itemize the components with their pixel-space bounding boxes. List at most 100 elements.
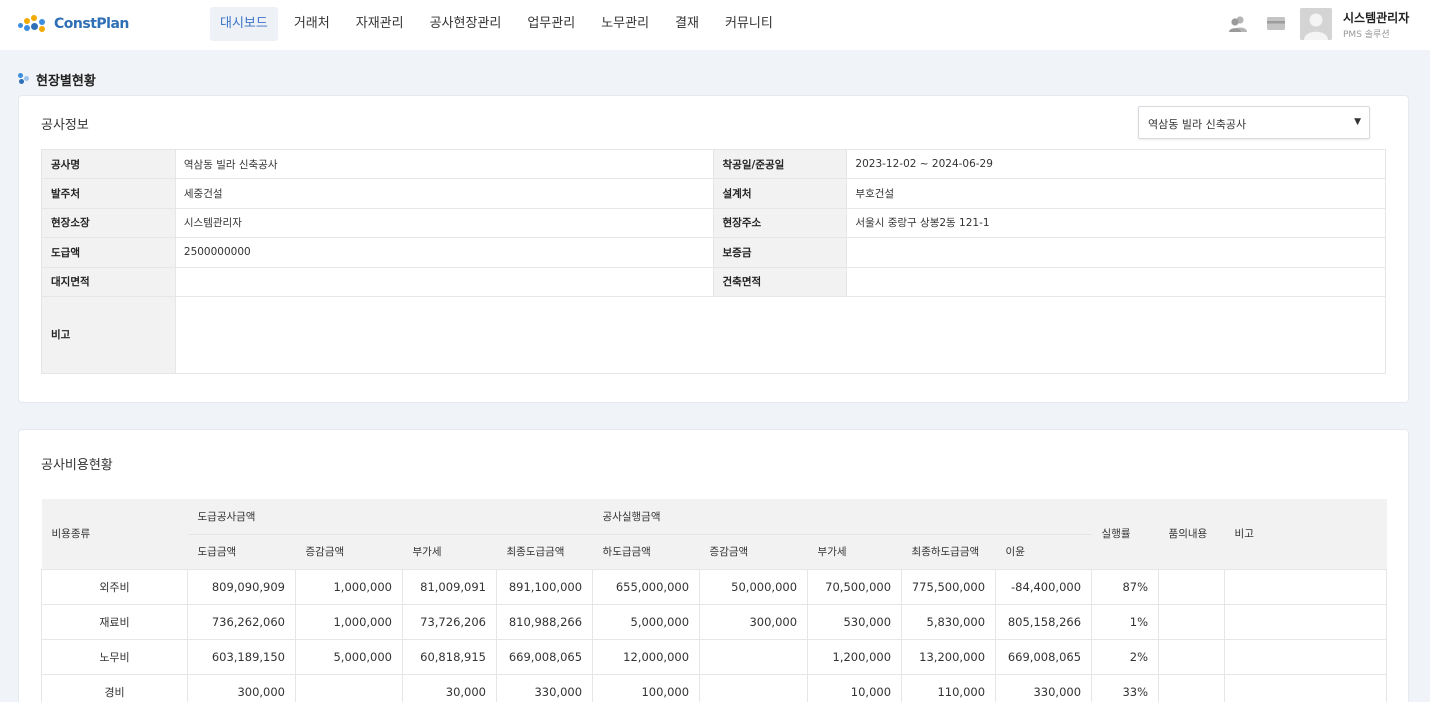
info-label: 현장소장 bbox=[41, 207, 176, 239]
cell-subcontract-amount: 655,000,000 bbox=[592, 568, 701, 605]
info-value: 서울시 중랑구 상봉2동 121-1 bbox=[846, 207, 1386, 239]
col-exec-rate: 실행률 bbox=[1091, 499, 1159, 569]
users-icon[interactable] bbox=[1228, 15, 1248, 33]
cell-contract-final: 810,988,266 bbox=[495, 603, 594, 640]
card-icon[interactable] bbox=[1267, 17, 1285, 30]
logo[interactable]: ConstPlan bbox=[18, 14, 129, 34]
cell-contract-vat: 60,818,915 bbox=[402, 638, 497, 675]
col-subcontract-final: 최종하도급금액 bbox=[901, 533, 996, 569]
info-label: 현장주소 bbox=[712, 207, 848, 239]
cell-subcontract-change: 50,000,000 bbox=[699, 568, 809, 605]
title-dots-icon bbox=[18, 73, 30, 85]
page-title-text: 현장별현황 bbox=[36, 73, 96, 89]
cell-approval bbox=[1158, 673, 1226, 702]
cell-approval bbox=[1158, 568, 1226, 605]
table-row: 경비 300,000 30,000 330,000 100,000 10,000 110,0… bbox=[41, 673, 1388, 702]
cell-contract-change: 1,000,000 bbox=[295, 603, 403, 640]
cell-profit: 805,158,266 bbox=[995, 603, 1093, 640]
project-info-table: 공사명 역삼동 빌라 신축공사 착공일/준공일 2023-12-02 ~ 202… bbox=[41, 148, 1387, 374]
cell-note bbox=[1224, 673, 1388, 702]
cell-cost-type: 노무비 bbox=[41, 638, 188, 675]
col-contract-amount: 도급금액 bbox=[187, 533, 296, 569]
cell-contract-vat: 73,726,206 bbox=[402, 603, 497, 640]
info-label: 대지면적 bbox=[41, 266, 176, 297]
avatar[interactable] bbox=[1300, 8, 1332, 40]
table-row: 발주처 세중건설 설계처 부호건설 bbox=[41, 178, 1386, 209]
info-label: 설계처 bbox=[712, 178, 848, 209]
cell-note bbox=[1224, 638, 1388, 675]
remarks-label: 비고 bbox=[41, 295, 176, 374]
info-value: 세중건설 bbox=[174, 178, 714, 209]
nav-dashboard[interactable]: 대시보드 bbox=[210, 7, 278, 41]
cell-subcontract-final: 5,830,000 bbox=[901, 603, 997, 640]
nav-labor-management[interactable]: 노무관리 bbox=[591, 7, 659, 41]
user-name[interactable]: 시스템관리자 bbox=[1343, 9, 1409, 26]
nav-task-management[interactable]: 업무관리 bbox=[517, 7, 585, 41]
nav-approval[interactable]: 결재 bbox=[665, 7, 709, 41]
info-value: 역삼동 빌라 신축공사 bbox=[174, 148, 714, 180]
nav-clients[interactable]: 거래처 bbox=[284, 7, 340, 41]
col-subcontract-amount: 하도급금액 bbox=[592, 533, 700, 569]
info-value bbox=[846, 237, 1386, 268]
info-value: 2500000000 bbox=[174, 237, 714, 268]
cell-profit: 669,008,065 bbox=[995, 638, 1093, 675]
info-label: 보증금 bbox=[712, 237, 848, 268]
page-title: 현장별현황 bbox=[18, 70, 96, 89]
cell-exec-rate: 87% bbox=[1091, 568, 1160, 605]
cell-profit: -84,400,000 bbox=[995, 568, 1093, 605]
col-contract-vat: 부가세 bbox=[402, 533, 497, 569]
logo-text: ConstPlan bbox=[54, 16, 129, 32]
cell-contract-vat: 30,000 bbox=[402, 673, 497, 702]
cell-contract-amount: 809,090,909 bbox=[187, 568, 296, 605]
info-value: 부호건설 bbox=[846, 178, 1386, 209]
cell-contract-vat: 81,009,091 bbox=[402, 568, 497, 605]
cell-subcontract-change bbox=[699, 673, 809, 702]
info-label: 공사명 bbox=[41, 148, 176, 180]
col-cost-type: 비용종류 bbox=[41, 499, 188, 569]
project-info-title: 공사정보 bbox=[41, 118, 89, 133]
cell-subcontract-vat: 530,000 bbox=[807, 603, 903, 640]
user-subtitle: PMS 솔루션 bbox=[1343, 30, 1390, 40]
table-row: 외주비 809,090,909 1,000,000 81,009,091 891,100… bbox=[41, 568, 1388, 605]
cell-contract-amount: 736,262,060 bbox=[187, 603, 296, 640]
cell-subcontract-final: 110,000 bbox=[901, 673, 997, 702]
logo-mark-icon bbox=[18, 15, 48, 33]
cell-subcontract-final: 775,500,000 bbox=[901, 568, 997, 605]
cell-subcontract-vat: 10,000 bbox=[807, 673, 903, 702]
table-row: 대지면적 건축면적 bbox=[41, 266, 1386, 297]
nav-materials[interactable]: 자재관리 bbox=[346, 7, 414, 41]
cost-table: 비용종류 도급공사금액 공사실행금액 실행률 품의내용 비고 도급금액 증감금액… bbox=[41, 499, 1388, 702]
cell-note bbox=[1224, 568, 1388, 605]
info-value bbox=[174, 266, 714, 297]
col-contract-change: 증감금액 bbox=[295, 533, 403, 569]
cell-subcontract-change bbox=[699, 638, 809, 675]
nav-community[interactable]: 커뮤니티 bbox=[715, 7, 783, 41]
cell-cost-type: 외주비 bbox=[41, 568, 188, 605]
cell-subcontract-vat: 70,500,000 bbox=[807, 568, 903, 605]
table-row: 노무비 603,189,150 5,000,000 60,818,915 669,008… bbox=[41, 638, 1388, 675]
col-approval: 품의내용 bbox=[1158, 499, 1225, 569]
cell-contract-change bbox=[295, 673, 403, 702]
info-value bbox=[846, 266, 1386, 297]
cell-contract-amount: 603,189,150 bbox=[187, 638, 296, 675]
info-label: 도급액 bbox=[41, 237, 176, 268]
cell-cost-type: 재료비 bbox=[41, 603, 188, 640]
cell-subcontract-change: 300,000 bbox=[699, 603, 809, 640]
table-row: 도급액 2500000000 보증금 bbox=[41, 237, 1386, 268]
nav-site-management[interactable]: 공사현장관리 bbox=[420, 7, 512, 41]
col-note: 비고 bbox=[1224, 499, 1387, 569]
info-label: 발주처 bbox=[41, 178, 176, 209]
cell-exec-rate: 1% bbox=[1091, 603, 1160, 640]
top-navbar: ConstPlan 대시보드 거래처 자재관리 공사현장관리 업무관리 노무관리… bbox=[0, 0, 1430, 50]
cost-status-title: 공사비용현황 bbox=[41, 458, 113, 473]
col-subcontract-vat: 부가세 bbox=[807, 533, 902, 569]
info-value: 시스템관리자 bbox=[174, 207, 714, 239]
info-value: 2023-12-02 ~ 2024-06-29 bbox=[846, 148, 1386, 180]
remarks-value bbox=[174, 295, 1387, 374]
col-contract-final: 최종도급금액 bbox=[496, 533, 593, 569]
cell-approval bbox=[1158, 638, 1226, 675]
col-profit: 이윤 bbox=[995, 533, 1092, 569]
cell-contract-final: 669,008,065 bbox=[495, 638, 594, 675]
main-nav: 대시보드 거래처 자재관리 공사현장관리 업무관리 노무관리 결재 커뮤니티 bbox=[210, 7, 789, 41]
site-select[interactable]: 역삼동 빌라 신축공사 ▼ bbox=[1138, 106, 1370, 139]
